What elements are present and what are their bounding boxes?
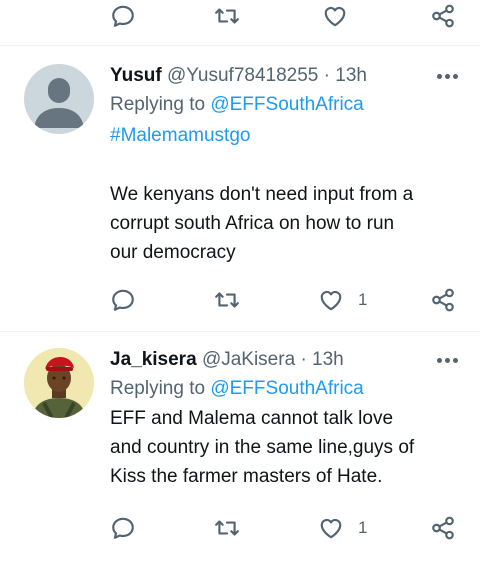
- replying-to: Replying to @EFFSouthAfrica: [110, 89, 460, 120]
- tweet-header: Ja_kisera @JaKisera · 13h: [110, 347, 460, 373]
- tweet-text-line: EFF and Malema cannot talk love: [110, 408, 394, 429]
- separator: ·: [300, 349, 307, 370]
- top-action-bar: [0, 0, 480, 36]
- reply-icon: [110, 515, 136, 541]
- tweet-text-line: and country in the same line,guys of: [110, 437, 415, 458]
- display-name[interactable]: Ja_kisera: [110, 349, 197, 370]
- retweet-button[interactable]: [214, 0, 240, 36]
- share-icon: [430, 515, 456, 541]
- timestamp[interactable]: 13h: [335, 65, 367, 86]
- mention-link[interactable]: @EFFSouthAfrica: [210, 378, 363, 399]
- retweet-icon: [214, 3, 240, 29]
- mention-link[interactable]: @EFFSouthAfrica: [210, 94, 363, 115]
- retweet-button[interactable]: [214, 508, 240, 548]
- hashtag-line: #Malemamustgo: [110, 120, 460, 151]
- more-options-icon[interactable]: [437, 74, 458, 79]
- profile-photo-icon: [24, 348, 94, 418]
- tweet-text: EFF and Malema cannot talk love and coun…: [110, 404, 460, 491]
- like-count: 1: [358, 290, 368, 309]
- like-button[interactable]: [322, 0, 348, 36]
- tweet-text-line: Kiss the farmer masters of Hate.: [110, 466, 383, 487]
- retweet-button[interactable]: [214, 280, 240, 320]
- tweet-action-bar: 1: [0, 280, 480, 320]
- share-button[interactable]: [430, 0, 456, 36]
- hashtag-link[interactable]: #Malemamustgo: [110, 125, 250, 146]
- heart-icon: [318, 287, 344, 313]
- tweet-text-line: corrupt south Africa on how to run: [110, 213, 395, 234]
- tweet-text-line: We kenyans don't need input from a: [110, 184, 414, 205]
- share-button[interactable]: [430, 280, 456, 320]
- tweet-ja-kisera[interactable]: Ja_kisera @JaKisera · 13h Replying to @E…: [0, 332, 480, 563]
- replying-to: Replying to @EFFSouthAfrica: [110, 373, 460, 404]
- tweet-yusuf[interactable]: Yusuf @Yusuf78418255 · 13h Replying to @…: [0, 46, 480, 330]
- retweet-icon: [214, 287, 240, 313]
- display-name[interactable]: Yusuf: [110, 65, 162, 86]
- retweet-icon: [214, 515, 240, 541]
- reply-button[interactable]: [110, 0, 136, 36]
- like-count: 1: [358, 518, 368, 537]
- avatar[interactable]: [24, 64, 94, 134]
- like-button[interactable]: 1: [318, 508, 367, 548]
- timestamp[interactable]: 13h: [312, 349, 344, 370]
- heart-icon: [318, 515, 344, 541]
- tweet-text-line: our democracy: [110, 242, 236, 263]
- user-handle[interactable]: @JaKisera: [202, 349, 295, 370]
- replying-to-label: Replying to: [110, 378, 206, 399]
- default-avatar-icon: [34, 78, 84, 128]
- heart-icon: [322, 3, 348, 29]
- tweet-action-bar: 1: [0, 508, 480, 548]
- reply-button[interactable]: [110, 508, 136, 548]
- like-button[interactable]: 1: [318, 280, 367, 320]
- tweet-header: Yusuf @Yusuf78418255 · 13h: [110, 63, 460, 89]
- replying-to-label: Replying to: [110, 94, 206, 115]
- separator: ·: [323, 65, 330, 86]
- reply-icon: [110, 3, 136, 29]
- more-options-icon[interactable]: [437, 358, 458, 363]
- share-button[interactable]: [430, 508, 456, 548]
- share-icon: [430, 3, 456, 29]
- user-handle[interactable]: @Yusuf78418255: [167, 65, 318, 86]
- reply-button[interactable]: [110, 280, 136, 320]
- share-icon: [430, 287, 456, 313]
- tweet-text: We kenyans don't need input from a corru…: [110, 180, 460, 267]
- avatar[interactable]: [24, 348, 94, 418]
- reply-icon: [110, 287, 136, 313]
